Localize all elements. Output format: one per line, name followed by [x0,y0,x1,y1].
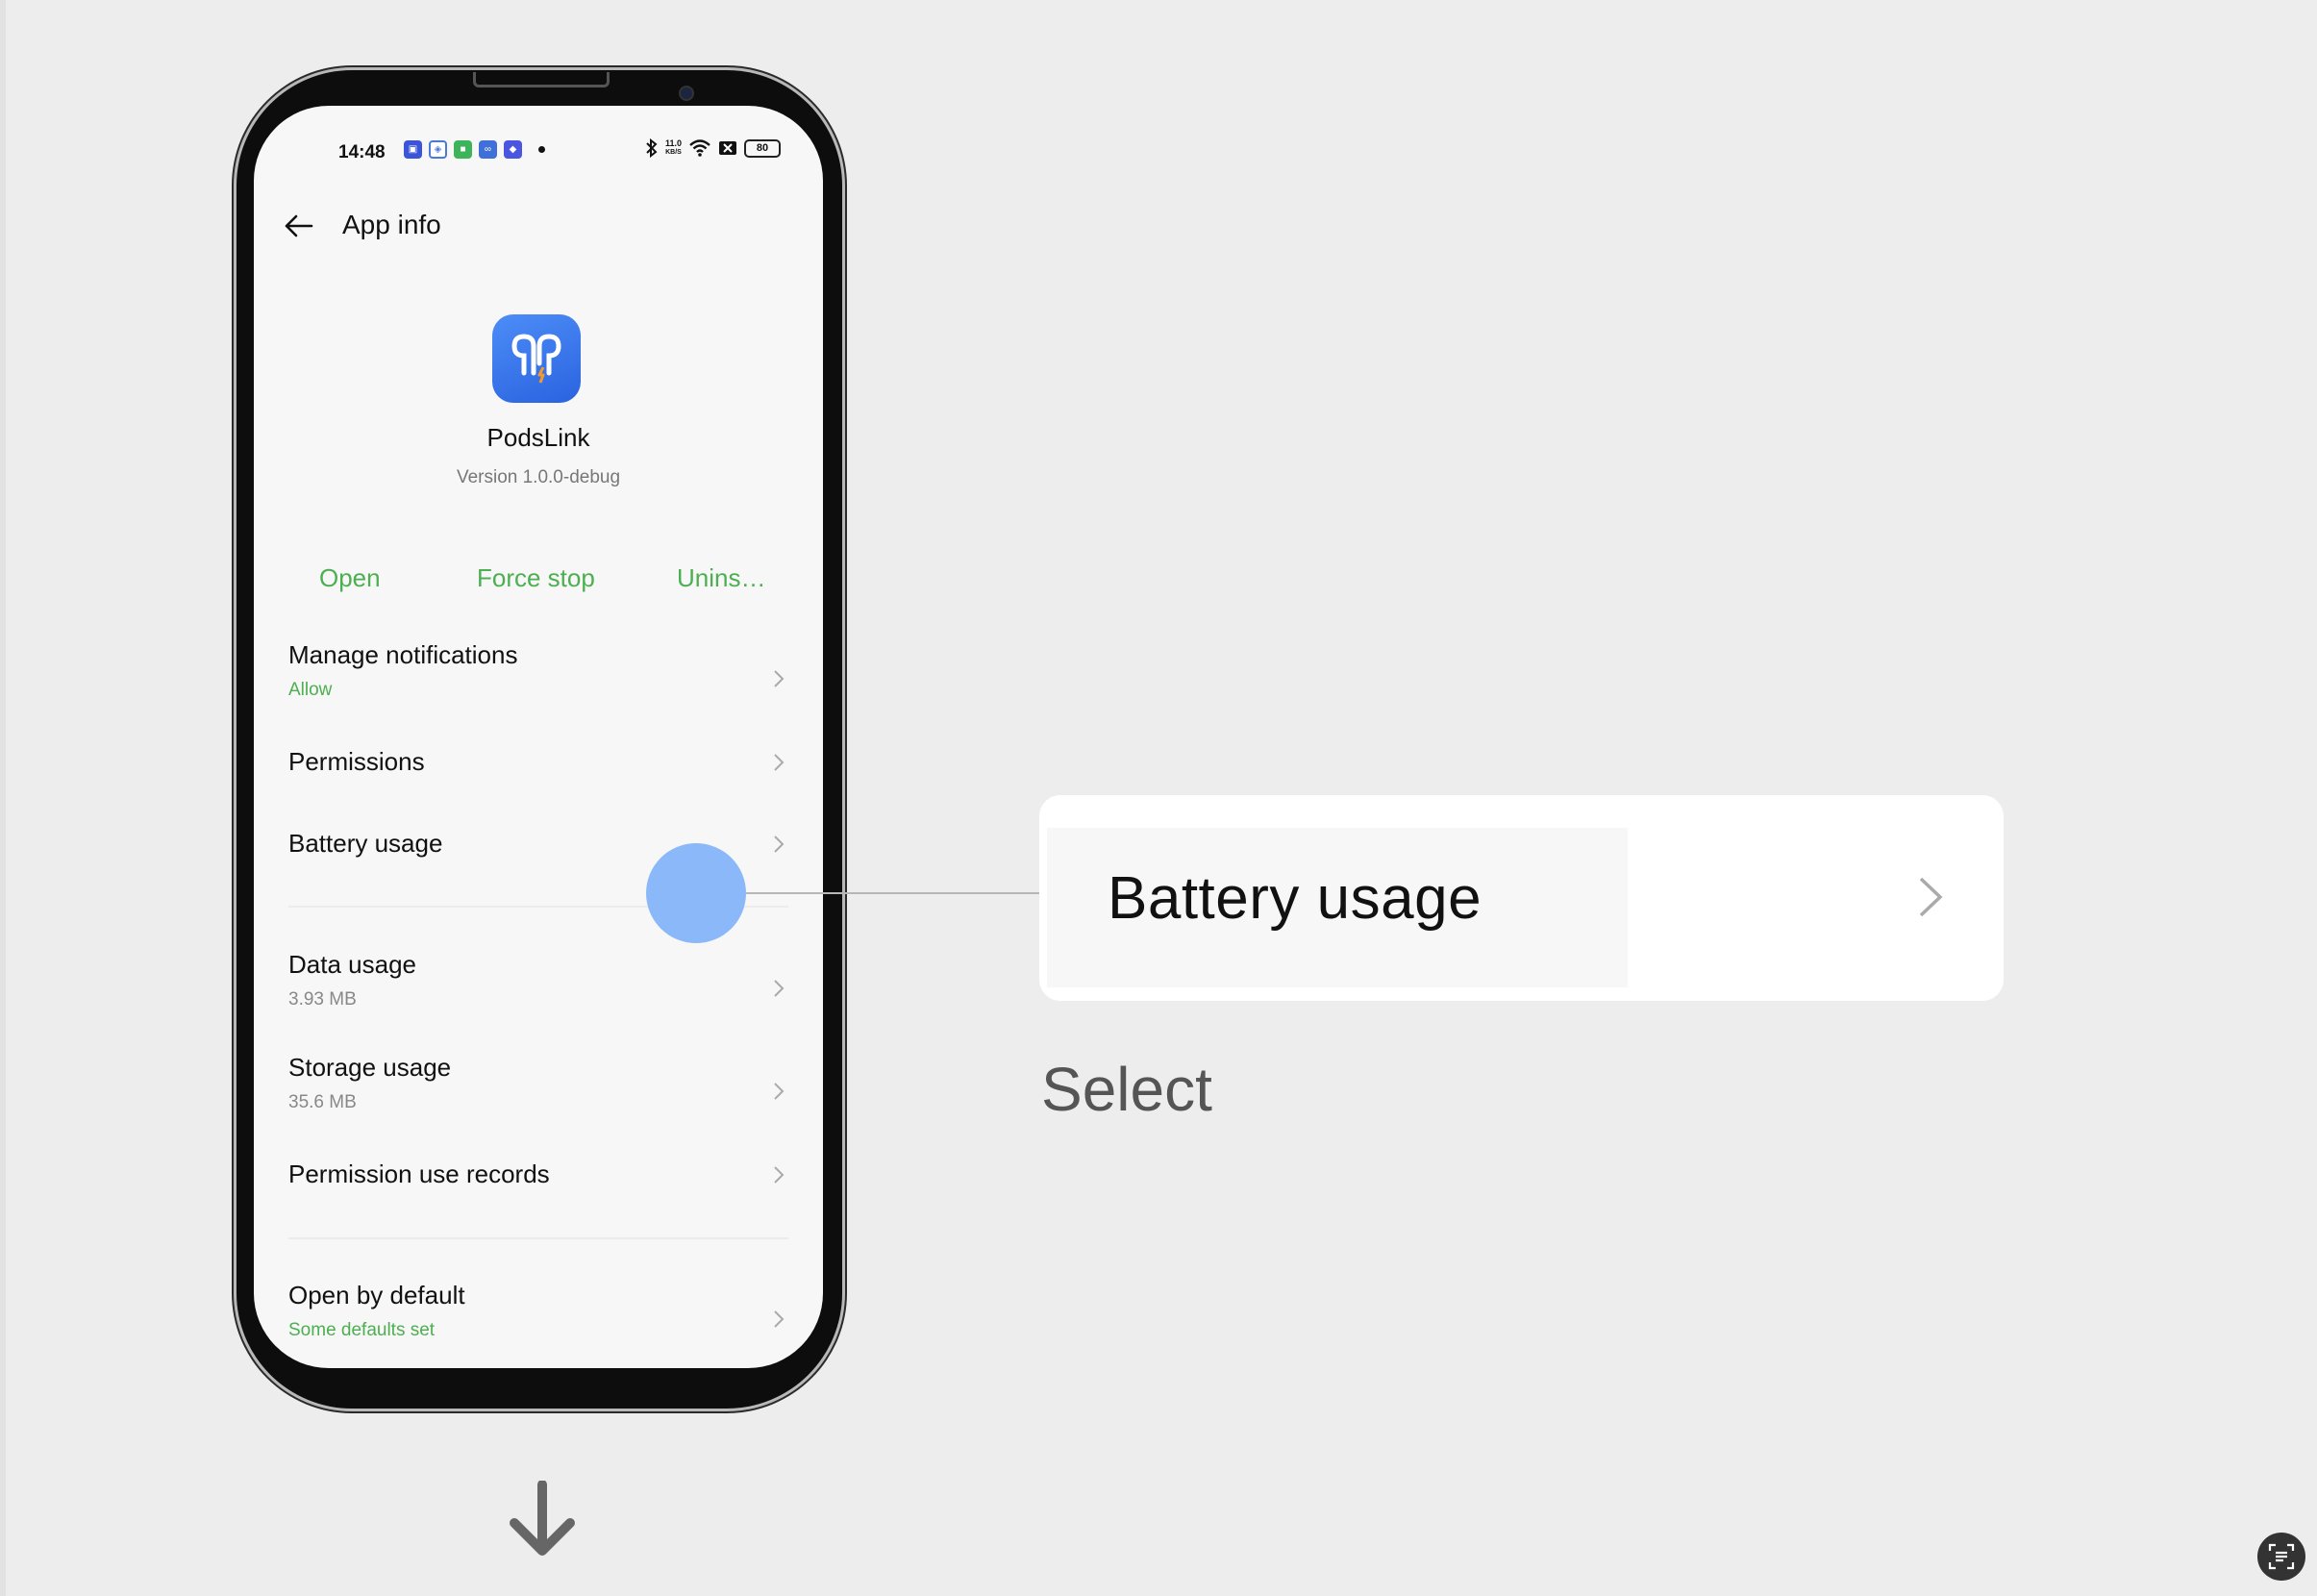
bluetooth-icon [646,138,658,158]
open-by-default-item[interactable]: Open by default Some defaults set [288,1281,788,1358]
network-speed: 11.0 KB/S [665,139,682,157]
status-time: 14:48 [338,142,386,162]
earbuds-icon [492,314,581,403]
wifi-icon [689,139,710,157]
security-icon: ■ [454,140,472,159]
more-notifications-dot [538,146,545,153]
storage-usage-item[interactable]: Storage usage 35.6 MB [288,1053,788,1130]
back-arrow-icon[interactable] [283,210,315,242]
app-version: Version 1.0.0-debug [456,467,621,487]
section-divider [288,1237,788,1239]
notification-icons: ▣ ◈ ■ ∞ ◆ [404,140,545,159]
data-usage-label: Data usage [288,950,416,979]
chevron-right-icon [774,835,785,853]
message-icon: ◆ [504,140,522,159]
open-by-default-label: Open by default [288,1281,465,1309]
storage-usage-label: Storage usage [288,1053,452,1082]
chevron-right-icon [774,980,785,997]
app-notification-icon: ▣ [404,140,422,159]
manage-notifications-value: Allow [288,680,333,700]
callout-connector-line [746,892,1039,894]
touch-indicator [646,843,746,943]
open-button[interactable]: Open [319,563,381,593]
data-usage-value: 3.93 MB [288,989,357,1010]
force-stop-button[interactable]: Force stop [477,563,595,593]
shield-icon: ◈ [429,140,447,159]
no-sim-icon [719,141,736,155]
scan-text-icon[interactable] [2257,1533,2305,1581]
data-usage-item[interactable]: Data usage 3.93 MB [288,950,788,1027]
permission-use-records-item[interactable]: Permission use records [288,1160,788,1198]
network-speed-unit: KB/S [665,149,682,156]
permissions-item[interactable]: Permissions [288,747,788,786]
left-edge-strip [0,0,6,1596]
open-by-default-value: Some defaults set [288,1320,436,1340]
uninstall-button[interactable]: Unins… [677,563,765,593]
app-name: PodsLink [486,423,590,452]
manage-notifications-item[interactable]: Manage notifications Allow [288,640,788,717]
phone-screen: 14:48 ▣ ◈ ■ ∞ ◆ 11.0 KB/S 80 App info Po… [254,106,823,1368]
chevron-right-icon [774,1310,785,1328]
chevron-right-icon [774,754,785,771]
zoom-callout-label: Battery usage [1108,865,1482,932]
chevron-right-icon [1919,877,1943,917]
network-speed-value: 11.0 [664,138,682,148]
permissions-label: Permissions [288,747,425,776]
zoom-callout-card: Battery usage [1039,795,2004,1001]
front-camera [679,86,694,101]
chevron-right-icon [774,1166,785,1184]
manage-notifications-label: Manage notifications [288,640,518,669]
link-icon: ∞ [479,140,497,159]
chevron-right-icon [774,670,785,687]
step-caption: Select [1041,1055,1212,1124]
system-icons: 11.0 KB/S 80 [645,138,781,158]
status-bar: 14:48 ▣ ◈ ■ ∞ ◆ 11.0 KB/S 80 [254,129,823,167]
down-arrow-icon [510,1481,575,1556]
page-title: App info [342,210,441,239]
phone-speaker [473,72,610,87]
battery-indicator: 80 [744,138,781,158]
chevron-right-icon [774,1083,785,1100]
permission-use-records-label: Permission use records [288,1160,550,1188]
storage-usage-value: 35.6 MB [288,1092,357,1112]
app-actions: Open Force stop Unins… [254,563,823,602]
